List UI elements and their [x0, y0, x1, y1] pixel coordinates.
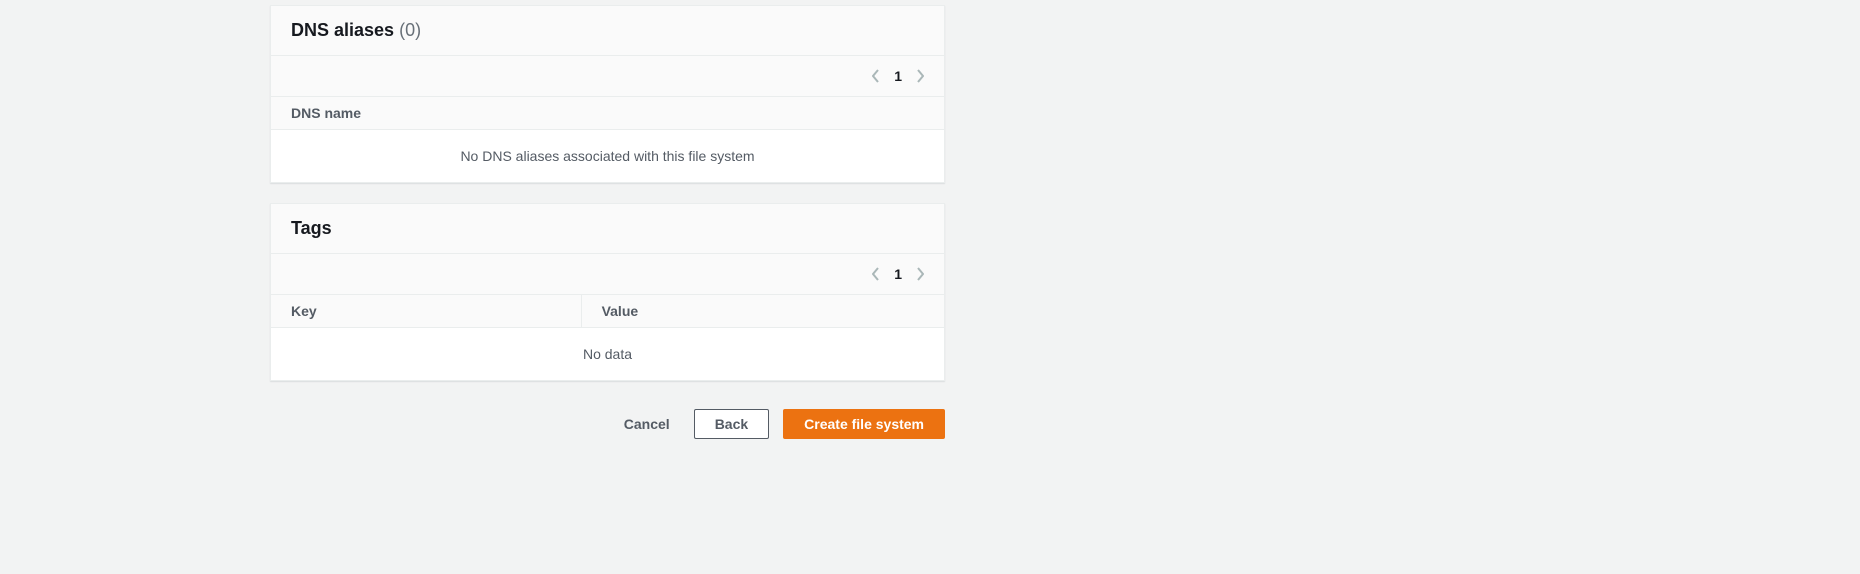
back-button[interactable]: Back [694, 409, 769, 439]
tags-panel: Tags 1 Key Value No data [270, 203, 945, 381]
tags-toolbar: 1 [271, 254, 944, 295]
dns-aliases-page-number: 1 [894, 68, 902, 84]
tags-empty-message: No data [271, 328, 944, 380]
tags-pagination: 1 [872, 266, 924, 282]
dns-aliases-header: DNS aliases (0) [271, 6, 944, 56]
tags-title: Tags [291, 218, 332, 238]
value-column-header[interactable]: Value [581, 295, 944, 327]
dns-name-column-header[interactable]: DNS name [271, 97, 944, 129]
dns-aliases-table-header: DNS name [271, 97, 944, 130]
chevron-left-icon[interactable] [872, 267, 880, 281]
dns-aliases-empty-message: No DNS aliases associated with this file… [271, 130, 944, 182]
tags-table-header: Key Value [271, 295, 944, 328]
tags-page-number: 1 [894, 266, 902, 282]
create-file-system-button[interactable]: Create file system [783, 409, 945, 439]
cancel-button[interactable]: Cancel [614, 410, 680, 438]
tags-header: Tags [271, 204, 944, 254]
dns-aliases-panel: DNS aliases (0) 1 DNS name No DNS aliase… [270, 5, 945, 183]
chevron-left-icon[interactable] [872, 69, 880, 83]
dns-aliases-pagination: 1 [872, 68, 924, 84]
chevron-right-icon[interactable] [916, 267, 924, 281]
dns-aliases-count: (0) [399, 20, 421, 40]
key-column-header[interactable]: Key [271, 295, 581, 327]
chevron-right-icon[interactable] [916, 69, 924, 83]
dns-aliases-title: DNS aliases [291, 20, 394, 40]
footer-actions: Cancel Back Create file system [270, 401, 945, 459]
dns-aliases-toolbar: 1 [271, 56, 944, 97]
